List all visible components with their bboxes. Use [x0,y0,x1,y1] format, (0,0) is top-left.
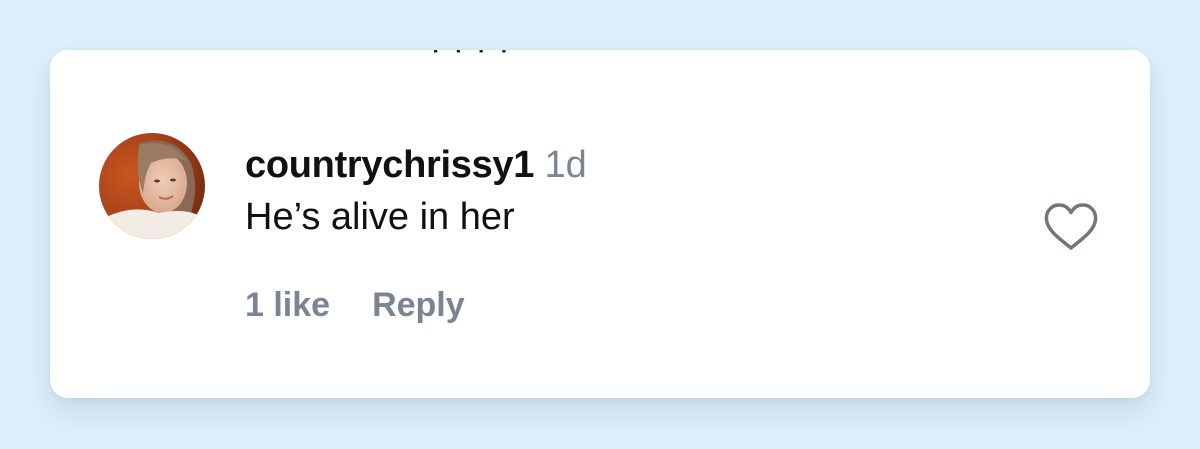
like-button[interactable] [1043,202,1099,252]
comment-header: countrychrissy1 1d [245,142,587,188]
likes-count-button[interactable]: 1 like [245,286,330,325]
username-link[interactable]: countrychrissy1 [245,144,534,186]
avatar[interactable] [99,133,205,239]
heart-outline-icon [1044,203,1098,250]
comment-text: He’s alive in her [245,196,515,238]
previous-comment-cutoff: · · · · [430,50,511,69]
comment-card: · · · · [50,50,1150,398]
comment-actions: 1 like Reply [245,286,465,325]
comment-body: countrychrissy1 1d He’s alive in her [245,142,587,240]
reply-button[interactable]: Reply [372,286,465,325]
comment-timestamp[interactable]: 1d [545,144,587,186]
avatar-photo-icon [99,133,205,239]
